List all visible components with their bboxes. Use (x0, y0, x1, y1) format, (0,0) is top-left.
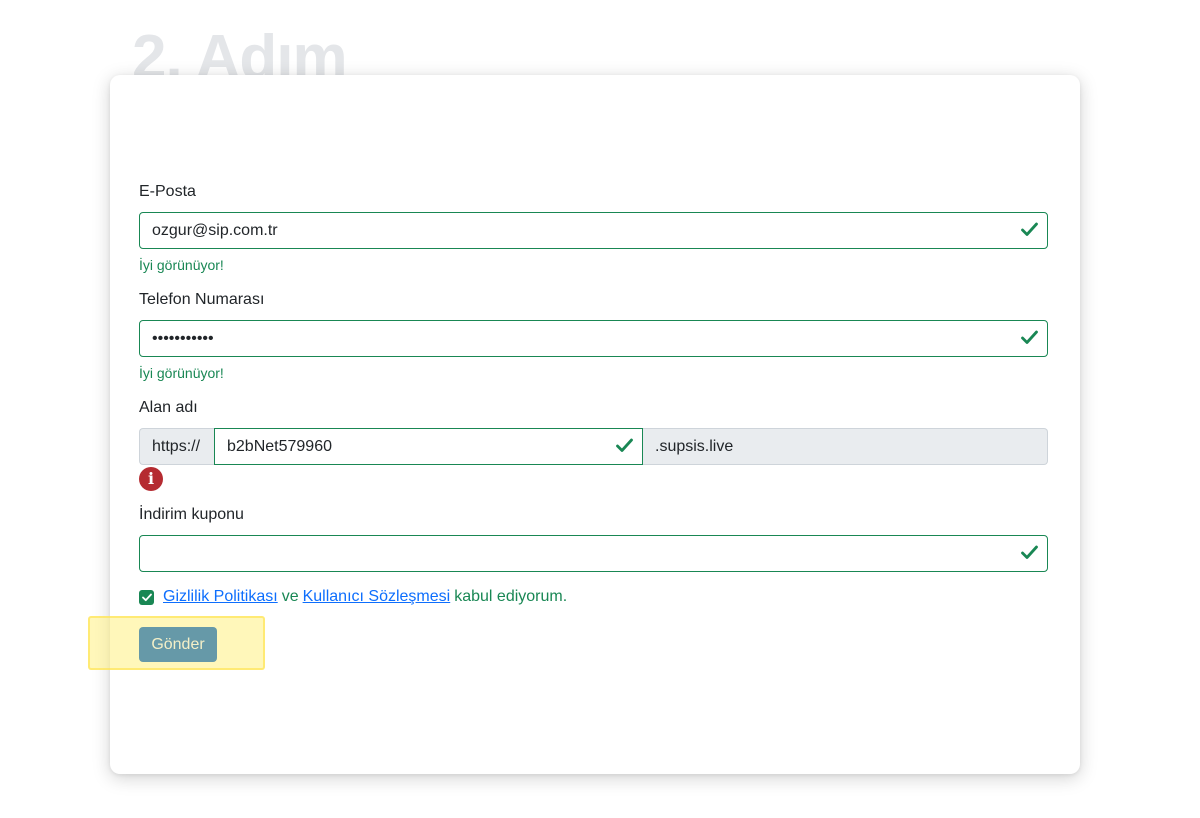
email-group: E-Posta İyi görünüyor! (139, 182, 1048, 273)
submit-button[interactable]: Gönder (139, 627, 217, 662)
coupon-input-wrap (139, 535, 1048, 572)
terms-checkbox[interactable] (139, 589, 154, 605)
phone-field[interactable] (139, 320, 1048, 357)
coupon-label: İndirim kuponu (139, 506, 244, 523)
phone-input-wrap (139, 320, 1048, 357)
phone-group: Telefon Numarası İyi görünüyor! (139, 290, 1048, 381)
domain-input-group: https:// .supsis.live (139, 428, 1048, 465)
checkbox-check-icon (141, 593, 152, 601)
check-icon (616, 438, 633, 452)
domain-prefix: https:// (139, 428, 214, 465)
domain-input-wrap (214, 428, 643, 465)
terms-and-text: ve (281, 588, 299, 605)
email-valid-feedback: İyi görünüyor! (139, 257, 224, 273)
terms-accept-text: kabul ediyorum. (454, 588, 568, 605)
domain-group: Alan adı https:// .supsis.live i (139, 398, 1048, 491)
check-icon (1021, 545, 1038, 559)
coupon-field[interactable] (139, 535, 1048, 572)
phone-label: Telefon Numarası (139, 291, 265, 308)
email-input-wrap (139, 212, 1048, 249)
coupon-group: İndirim kuponu (139, 505, 1048, 572)
email-field[interactable] (139, 212, 1048, 249)
user-agreement-link[interactable]: Kullanıcı Sözleşmesi (303, 588, 451, 606)
check-icon (1021, 330, 1038, 344)
domain-label: Alan adı (139, 399, 198, 416)
email-label: E-Posta (139, 183, 196, 200)
error-info-icon: i (139, 467, 163, 491)
domain-suffix: .supsis.live (643, 428, 1048, 465)
terms-row: Gizlilik Politikası ve Kullanıcı Sözleşm… (139, 588, 571, 606)
registration-card: E-Posta İyi görünüyor! Telefon Numarası … (88, 75, 1080, 774)
privacy-policy-link[interactable]: Gizlilik Politikası (163, 588, 278, 606)
check-icon (1021, 222, 1038, 236)
phone-valid-feedback: İyi görünüyor! (139, 365, 224, 381)
domain-field[interactable] (214, 428, 643, 465)
